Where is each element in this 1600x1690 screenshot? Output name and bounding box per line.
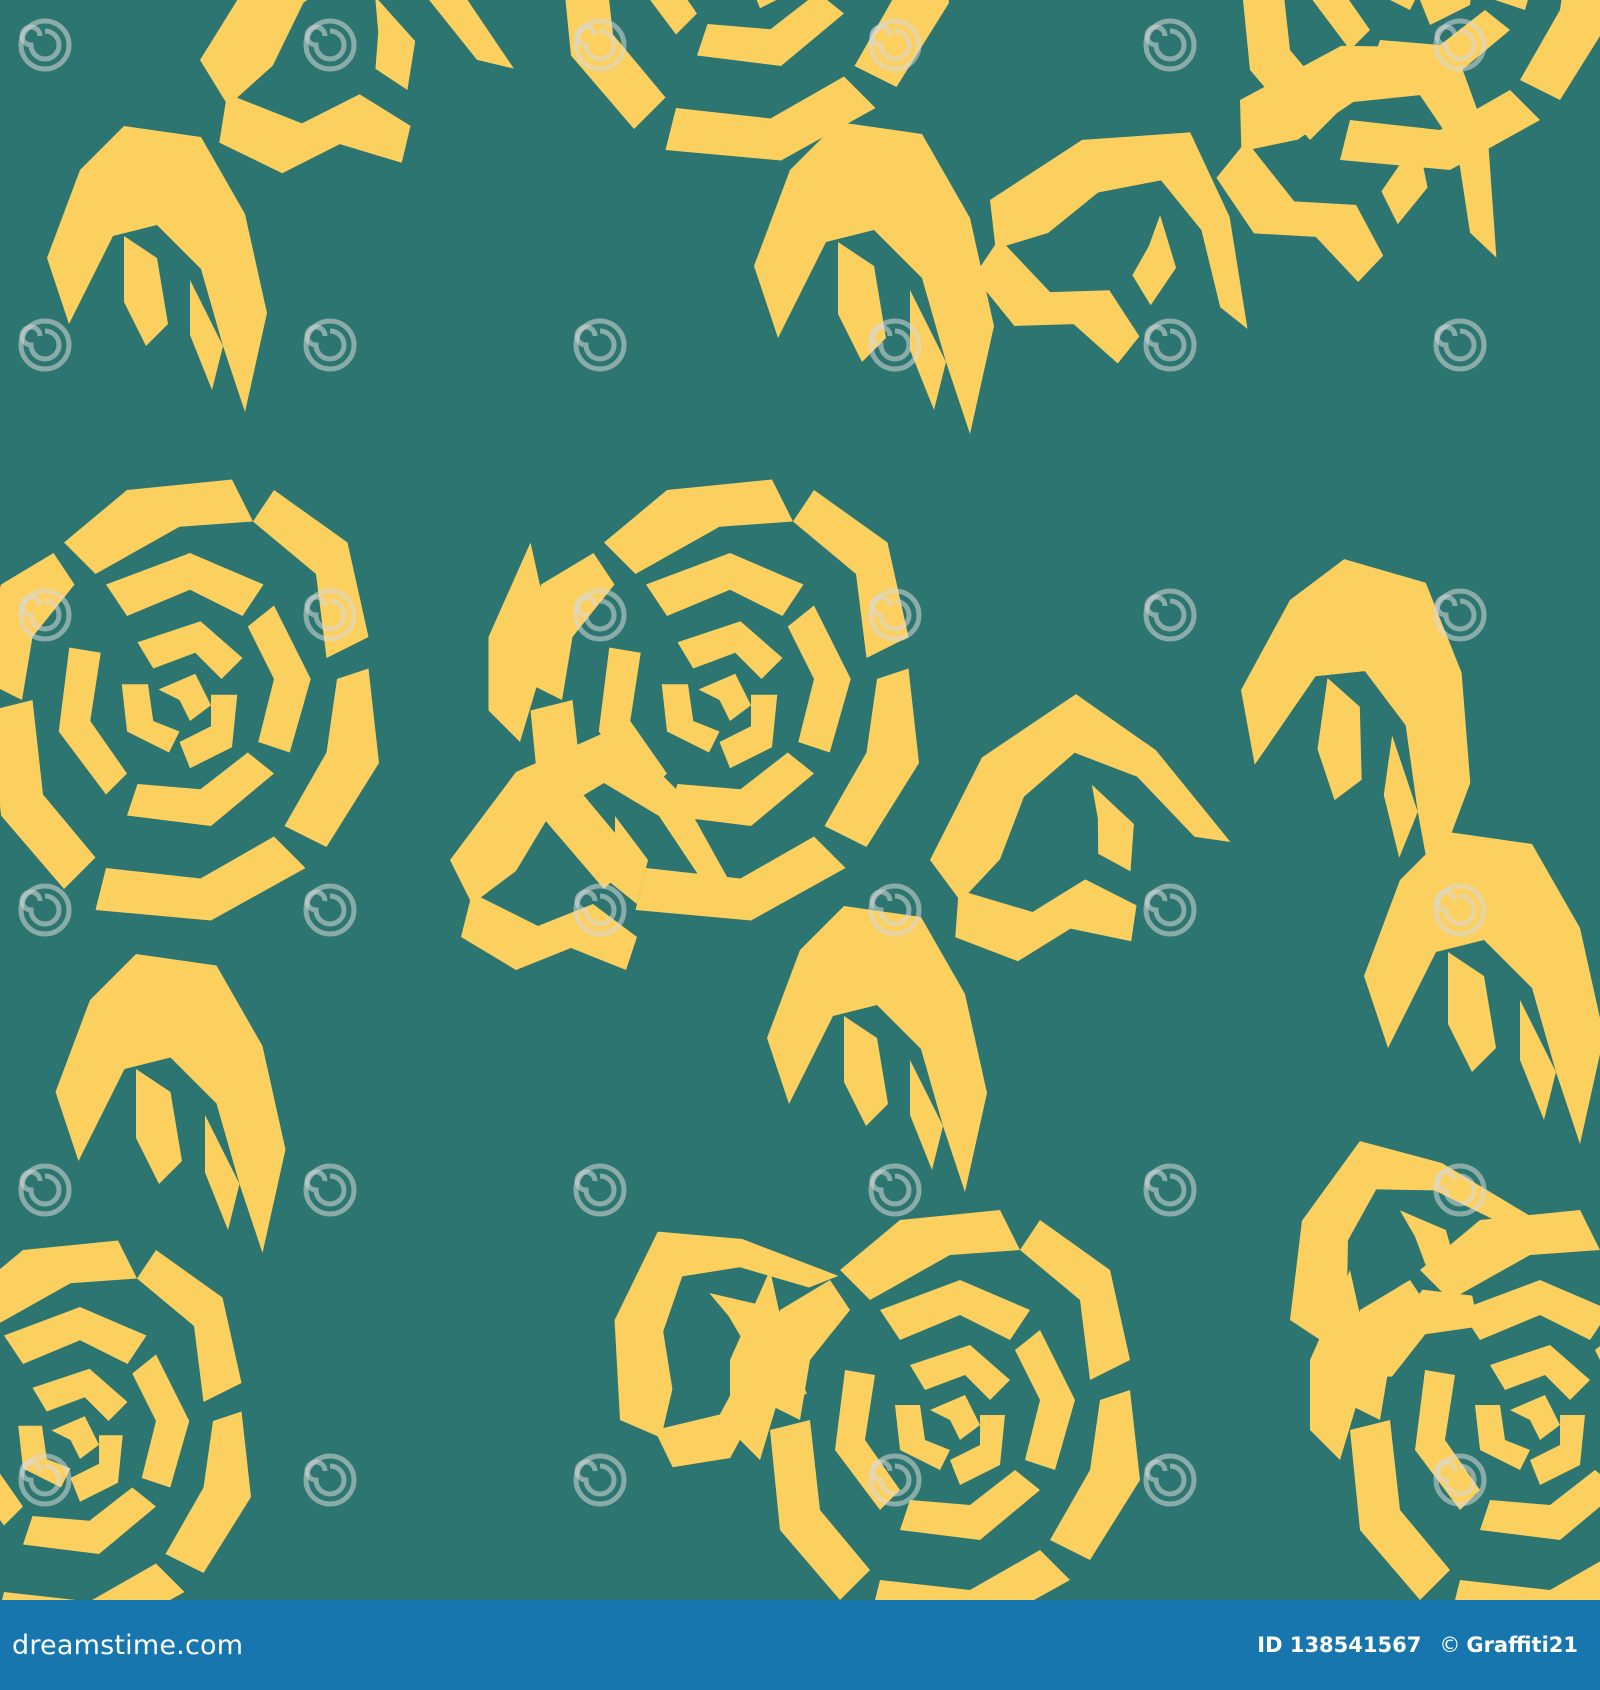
footer-left: dreamstime.com xyxy=(12,1630,243,1661)
image-id: ID 138541567 xyxy=(1257,1633,1422,1657)
pattern-image xyxy=(0,0,1600,1600)
copyright-icon: © xyxy=(1439,1633,1461,1657)
footer-bar: dreamstime.com ID 138541567 © Graffiti21 xyxy=(0,1600,1600,1690)
rose-pattern-svg xyxy=(0,0,1600,1600)
site-label[interactable]: dreamstime.com xyxy=(12,1630,243,1661)
author-name[interactable]: Graffiti21 xyxy=(1466,1633,1578,1657)
footer-right: ID 138541567 © Graffiti21 xyxy=(1257,1633,1578,1657)
